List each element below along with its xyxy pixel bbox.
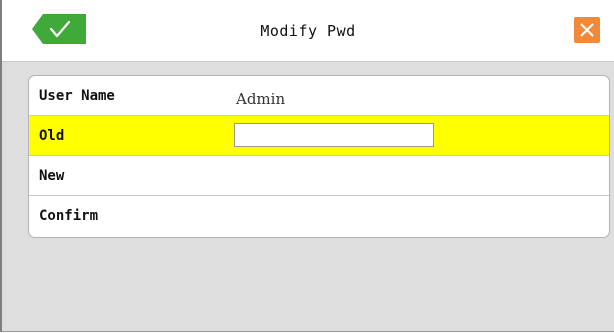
username-value: Admin: [236, 90, 286, 108]
modify-password-dialog: Modify Pwd User Name Admin Old New Confi…: [0, 0, 614, 332]
dialog-title-bar: Modify Pwd: [2, 0, 614, 62]
close-button[interactable]: [574, 17, 600, 43]
old-password-input[interactable]: [234, 123, 434, 147]
new-password-row[interactable]: New: [29, 156, 609, 196]
username-row: User Name Admin: [29, 76, 609, 116]
old-password-label: Old: [39, 128, 65, 144]
old-password-row[interactable]: Old: [29, 116, 609, 156]
confirm-password-row[interactable]: Confirm: [29, 196, 609, 236]
password-form: User Name Admin Old New Confirm: [28, 75, 610, 238]
username-label: User Name: [39, 88, 115, 104]
confirm-password-label: Confirm: [39, 208, 99, 224]
close-icon: [580, 23, 594, 37]
new-password-label: New: [39, 168, 65, 184]
dialog-title: Modify Pwd: [260, 22, 356, 40]
